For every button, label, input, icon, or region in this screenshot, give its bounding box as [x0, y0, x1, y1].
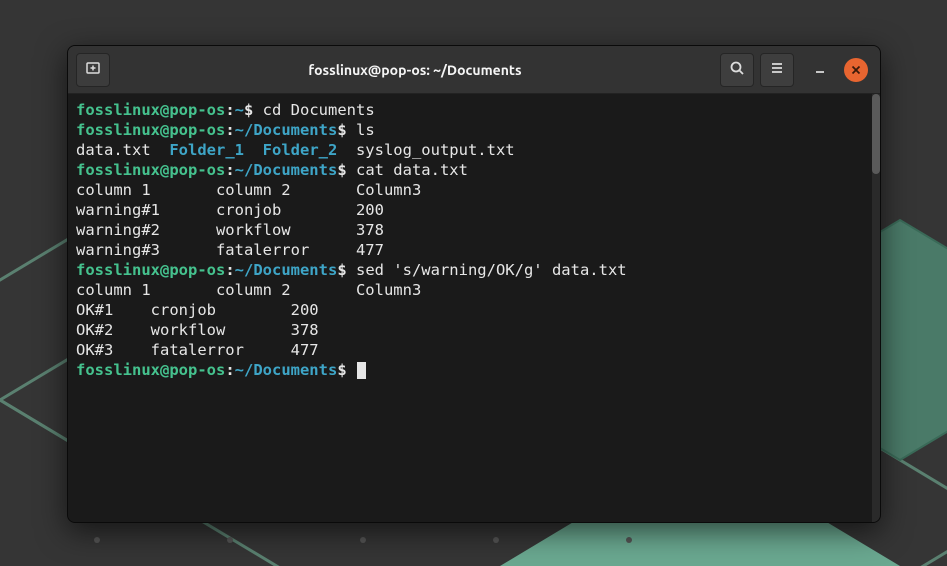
prompt-dollar: $	[244, 101, 263, 119]
prompt-user: fosslinux@pop-os	[76, 161, 225, 179]
output-line: warning#1 cronjob 200	[76, 200, 872, 220]
scrollbar-track[interactable]	[872, 94, 880, 522]
prompt-line: fosslinux@pop-os:~/Documents$ cat data.t…	[76, 160, 872, 180]
output-line: OK#1 cronjob 200	[76, 300, 872, 320]
prompt-dollar: $	[337, 121, 356, 139]
terminal-body[interactable]: fosslinux@pop-os:~$ cd Documents fosslin…	[68, 94, 880, 522]
prompt-path: ~	[235, 101, 244, 119]
ls-file: syslog_output.txt	[337, 141, 514, 159]
terminal-window: fosslinux@pop-os: ~/Documents	[67, 45, 881, 523]
hamburger-icon	[769, 60, 785, 80]
ls-directory: Folder_1	[169, 141, 244, 159]
prompt-line: fosslinux@pop-os:~/Documents$	[76, 360, 872, 380]
minimize-button[interactable]	[808, 58, 832, 82]
prompt-user: fosslinux@pop-os	[76, 261, 225, 279]
new-tab-button[interactable]	[76, 53, 110, 87]
prompt-colon: :	[225, 101, 234, 119]
scrollbar-thumb[interactable]	[872, 94, 880, 174]
command-text: sed 's/warning/OK/g' data.txt	[356, 261, 627, 279]
prompt-line: fosslinux@pop-os:~$ cd Documents	[76, 100, 872, 120]
prompt-colon: :	[225, 161, 234, 179]
ls-directory: Folder_2	[263, 141, 338, 159]
minimize-icon	[814, 61, 826, 79]
prompt-line: fosslinux@pop-os:~/Documents$ ls	[76, 120, 872, 140]
output-line: data.txt Folder_1 Folder_2 syslog_output…	[76, 140, 872, 160]
window-title: fosslinux@pop-os: ~/Documents	[116, 62, 714, 78]
command-text: cd Documents	[263, 101, 375, 119]
output-line: column 1 column 2 Column3	[76, 280, 872, 300]
new-tab-icon	[85, 60, 101, 80]
prompt-user: fosslinux@pop-os	[76, 121, 225, 139]
search-button[interactable]	[720, 53, 754, 87]
prompt-dollar: $	[337, 261, 356, 279]
command-text: cat data.txt	[356, 161, 468, 179]
close-button[interactable]	[844, 58, 868, 82]
output-line: OK#2 workflow 378	[76, 320, 872, 340]
prompt-dollar: $	[337, 161, 356, 179]
output-line: OK#3 fatalerror 477	[76, 340, 872, 360]
ls-file: data.txt	[76, 141, 169, 159]
prompt-colon: :	[225, 361, 234, 379]
window-controls	[808, 58, 868, 82]
close-icon	[851, 61, 861, 79]
titlebar: fosslinux@pop-os: ~/Documents	[68, 46, 880, 94]
prompt-colon: :	[225, 261, 234, 279]
output-line: column 1 column 2 Column3	[76, 180, 872, 200]
prompt-user: fosslinux@pop-os	[76, 361, 225, 379]
prompt-user: fosslinux@pop-os	[76, 101, 225, 119]
output-line: warning#3 fatalerror 477	[76, 240, 872, 260]
prompt-path: ~/Documents	[235, 261, 338, 279]
search-icon	[729, 60, 745, 80]
output-line: warning#2 workflow 378	[76, 220, 872, 240]
prompt-line: fosslinux@pop-os:~/Documents$ sed 's/war…	[76, 260, 872, 280]
cursor	[357, 362, 366, 379]
prompt-dollar: $	[337, 361, 356, 379]
prompt-path: ~/Documents	[235, 361, 338, 379]
prompt-path: ~/Documents	[235, 161, 338, 179]
command-text: ls	[356, 121, 375, 139]
prompt-colon: :	[225, 121, 234, 139]
prompt-path: ~/Documents	[235, 121, 338, 139]
menu-button[interactable]	[760, 53, 794, 87]
